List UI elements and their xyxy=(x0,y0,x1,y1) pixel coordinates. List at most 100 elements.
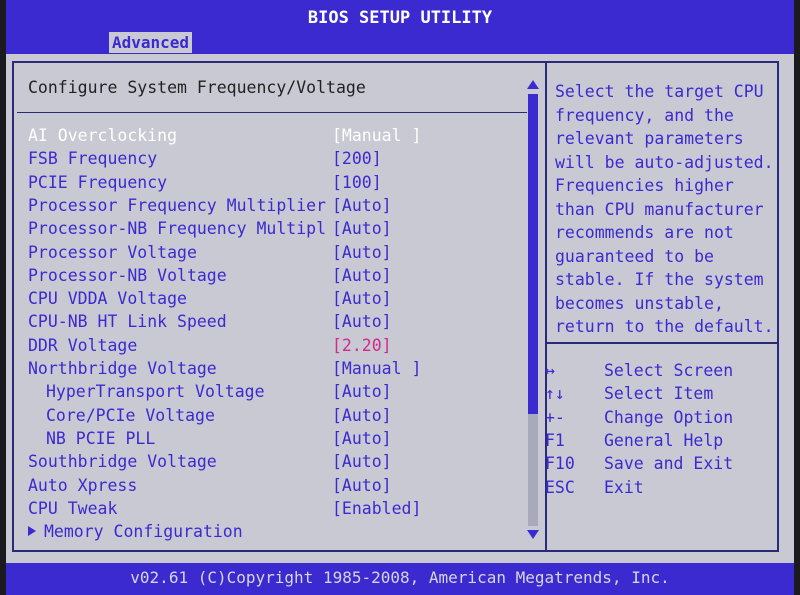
setting-value[interactable]: [Manual ] xyxy=(332,357,421,380)
app-title: BIOS SETUP UTILITY xyxy=(307,8,493,28)
footer-copyright: v02.61 (C)Copyright 1985-2008, American … xyxy=(6,563,794,595)
setting-row[interactable]: FSB Frequency [200] xyxy=(0,147,540,170)
help-line: stable. If the system xyxy=(555,270,764,289)
setting-label-text: CPU Tweak xyxy=(28,498,118,518)
setting-label: Processor-NB Frequency Multipl xyxy=(28,217,326,240)
setting-label-text: Processor-NB Frequency Multipl xyxy=(28,219,327,239)
key-description: Change Option xyxy=(604,407,734,427)
setting-row[interactable]: Processor-NB Frequency Multipl [Auto] xyxy=(0,217,540,240)
setting-label: PCIE Frequency xyxy=(28,171,167,194)
setting-value[interactable]: [Auto] xyxy=(332,427,392,450)
setting-label: DDR Voltage xyxy=(28,334,137,357)
setting-value[interactable]: [Auto] xyxy=(332,217,392,240)
help-line: guaranteed to be xyxy=(555,246,714,266)
setting-label: HyperTransport Voltage xyxy=(46,380,265,403)
setting-label-text: CPU-NB HT Link Speed xyxy=(28,312,227,332)
setting-row[interactable]: CPU-NB HT Link Speed [Auto] xyxy=(0,310,540,333)
key-name: +- xyxy=(545,407,565,427)
setting-row[interactable]: CPU Tweak [Enabled] xyxy=(0,497,540,520)
setting-row[interactable]: Southbridge Voltage [Auto] xyxy=(0,450,540,473)
setting-row[interactable]: AI Overclocking [Manual ] xyxy=(0,124,540,147)
setting-value[interactable]: [Auto] xyxy=(332,450,392,473)
setting-value[interactable]: [Auto] xyxy=(332,380,392,403)
setting-row[interactable]: Northbridge Voltage [Manual ] xyxy=(0,357,540,380)
copyright-text: v02.61 (C)Copyright 1985-2008, American … xyxy=(130,568,670,587)
key-name: ↑↓ xyxy=(545,384,565,404)
help-line: frequency, and the xyxy=(555,105,734,125)
setting-row[interactable]: Processor Frequency Multiplier [Auto] xyxy=(0,194,540,217)
setting-row[interactable]: HyperTransport Voltage [Auto] xyxy=(0,380,540,403)
setting-label: Processor-NB Voltage xyxy=(28,264,227,287)
setting-label: Southbridge Voltage xyxy=(28,450,217,473)
setting-row[interactable]: Core/PCIe Voltage [Auto] xyxy=(0,404,540,427)
help-line: recommends are not xyxy=(555,223,734,242)
setting-label-text: HyperTransport Voltage xyxy=(46,382,265,402)
section-separator xyxy=(17,112,527,113)
setting-label: CPU Tweak xyxy=(28,497,117,520)
help-line: than CPU manufacturer xyxy=(555,199,764,219)
scroll-thumb[interactable] xyxy=(528,94,538,414)
section-title: Configure System Frequency/Voltage xyxy=(28,78,366,97)
setting-value[interactable]: [200] xyxy=(332,147,382,170)
setting-label: CPU-NB HT Link Speed xyxy=(28,310,227,333)
setting-value[interactable]: [Auto] xyxy=(332,310,392,333)
setting-value[interactable]: [Auto] xyxy=(332,241,392,264)
setting-label-text: PCIE Frequency xyxy=(28,172,168,192)
key-description: General Help xyxy=(604,430,724,450)
setting-label-text: DDR Voltage xyxy=(28,335,138,355)
tab-bar: Advanced xyxy=(6,30,794,54)
scrollbar[interactable] xyxy=(526,80,540,542)
help-line: becomes unstable, xyxy=(555,293,724,313)
help-line: Select the target CPU xyxy=(555,82,764,101)
setting-row[interactable]: Memory Configuration xyxy=(0,520,540,543)
setting-value[interactable]: [Auto] xyxy=(332,404,392,427)
key-description: Select Screen xyxy=(604,361,734,380)
scroll-down-arrow-icon[interactable] xyxy=(527,530,539,539)
key-description: Save and Exit xyxy=(604,454,734,474)
help-line: will be auto-adjusted. xyxy=(555,152,774,172)
setting-label: Auto Xpress xyxy=(28,474,137,497)
key-description: Select Item xyxy=(604,384,714,404)
setting-value[interactable]: [Auto] xyxy=(332,474,392,497)
setting-label-text: Core/PCIe Voltage xyxy=(46,405,215,425)
setting-label: Core/PCIe Voltage xyxy=(46,404,215,427)
setting-row[interactable]: PCIE Frequency [100] xyxy=(0,171,540,194)
setting-value[interactable]: [Enabled] xyxy=(332,497,421,520)
help-keys-divider xyxy=(547,342,779,344)
setting-label-text: Northbridge Voltage xyxy=(28,359,217,378)
setting-label-text: Processor Voltage xyxy=(28,242,197,262)
setting-label: AI Overclocking xyxy=(28,124,177,147)
setting-value[interactable]: [Auto] xyxy=(332,264,392,287)
setting-value[interactable]: [Auto] xyxy=(332,287,392,310)
help-line: Frequencies higher xyxy=(555,176,734,195)
setting-row[interactable]: Processor Voltage [Auto] xyxy=(0,241,540,264)
setting-label: Northbridge Voltage xyxy=(28,357,217,380)
scroll-up-arrow-icon[interactable] xyxy=(527,80,539,89)
setting-row[interactable]: Processor-NB Voltage [Auto] xyxy=(0,264,540,287)
setting-label: Processor Frequency Multiplier xyxy=(28,194,326,217)
setting-label-text: Processor-NB Voltage xyxy=(28,265,227,285)
setting-label-text: NB PCIE PLL xyxy=(46,428,156,448)
help-line: relevant parameters xyxy=(555,129,744,148)
setting-label-text: Southbridge Voltage xyxy=(28,452,217,472)
tab-advanced[interactable]: Advanced xyxy=(109,32,193,53)
submenu-arrow-icon xyxy=(28,526,36,537)
setting-row[interactable]: NB PCIE PLL [Auto] xyxy=(0,427,540,450)
key-name: ESC xyxy=(545,477,575,497)
setting-label-text: AI Overclocking xyxy=(28,126,178,145)
key-name: F1 xyxy=(545,430,565,450)
setting-label: Processor Voltage xyxy=(28,241,197,264)
help-line: return to the default. xyxy=(555,317,774,336)
setting-value[interactable]: [Manual ] xyxy=(332,124,421,147)
setting-row[interactable]: Auto Xpress [Auto] xyxy=(0,474,540,497)
title-bar: BIOS SETUP UTILITY xyxy=(6,0,794,30)
setting-value[interactable]: [2.20] xyxy=(332,334,392,357)
setting-label-text: Auto Xpress xyxy=(28,475,138,495)
setting-label: FSB Frequency xyxy=(28,147,157,170)
setting-label: CPU VDDA Voltage xyxy=(28,287,187,310)
setting-row[interactable]: CPU VDDA Voltage [Auto] xyxy=(0,287,540,310)
setting-value[interactable]: [100] xyxy=(332,171,382,194)
help-panel: Select the target CPU frequency, and the r… xyxy=(555,80,780,339)
setting-row[interactable]: DDR Voltage [2.20] xyxy=(0,334,540,357)
setting-value[interactable]: [Auto] xyxy=(332,194,392,217)
